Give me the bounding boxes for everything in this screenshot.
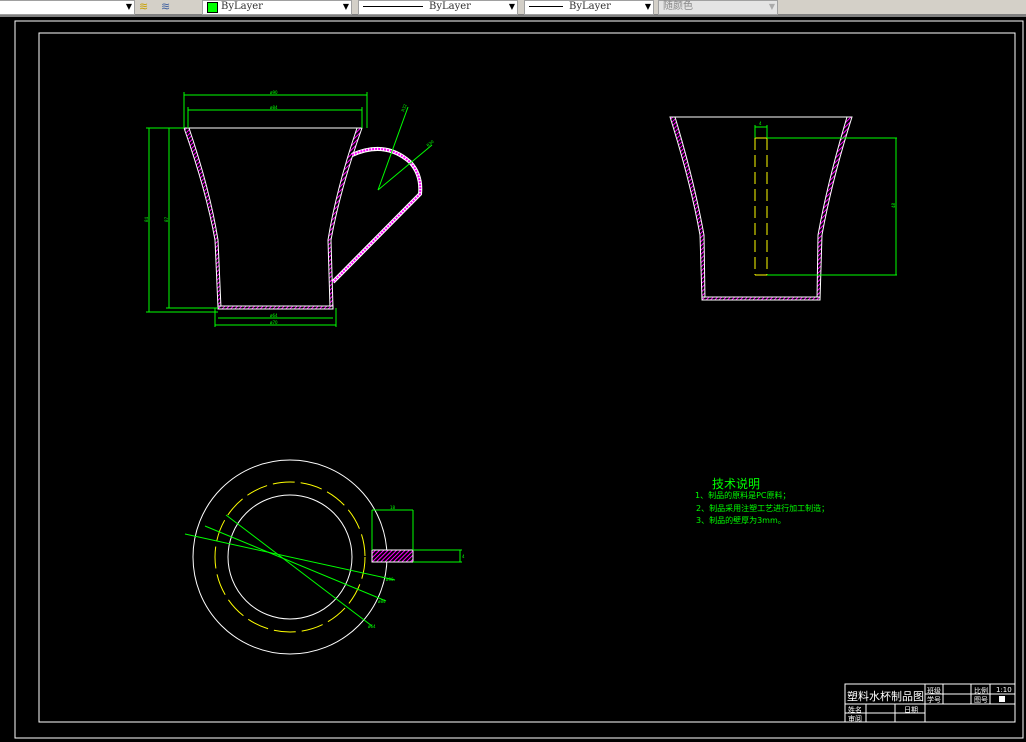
dim-bottom-outer: ø70	[270, 320, 278, 325]
dim-top-outer: ø90	[270, 90, 278, 95]
color-swatch	[207, 2, 218, 13]
layer-match-icon[interactable]: ≋	[139, 0, 148, 13]
drawing-no-label: 图号	[974, 696, 988, 704]
layer-previous-icon[interactable]: ≋	[161, 0, 170, 13]
inner-frame	[38, 32, 1016, 723]
drawing-canvas[interactable]: ø90 ø84 84 87 ø64 ø70 R32 R30 4 48 18 4 …	[0, 17, 1026, 742]
dim-radius-2: R30	[425, 139, 435, 148]
note-item: 2、制品采用注塑工艺进行加工制造；	[696, 504, 830, 513]
dim-top-inner: ø84	[270, 105, 278, 110]
review-label: 审阅	[848, 715, 862, 723]
linetype-combo[interactable]: ByLayer ▼	[358, 0, 518, 15]
chevron-down-icon: ▼	[768, 2, 775, 11]
lineweight-value: ByLayer	[569, 1, 611, 12]
color-combo[interactable]: ByLayer ▼	[202, 0, 352, 15]
note-item: 1、制品的原料是PC原料；	[695, 491, 791, 500]
date-label: 日期	[904, 706, 918, 714]
dim-handle-thick: 4	[462, 554, 465, 559]
dim-side-height: 48	[891, 202, 896, 208]
plotstyle-value: 随颜色	[663, 1, 693, 12]
chevron-down-icon: ▼	[644, 2, 651, 11]
front-view: ø90 ø84 84 87 ø64 ø70 R32 R30	[144, 90, 435, 327]
dim-side-width: 4	[759, 121, 762, 126]
drawing-title: 塑料水杯制品图	[847, 690, 924, 703]
dim-height-outer: 84	[144, 216, 149, 222]
linetype-value: ByLayer	[429, 1, 471, 12]
outer-frame	[14, 20, 1024, 739]
student-no-label: 学号	[927, 696, 941, 704]
layer-combo[interactable]: ▼	[0, 0, 135, 15]
dim-d1: ø90	[386, 577, 394, 582]
top-view: 18 4 ø90 ø84 ø64	[184, 459, 465, 655]
lineweight-combo[interactable]: ByLayer ▼	[524, 0, 654, 15]
chevron-down-icon: ▼	[125, 2, 132, 11]
note-item: 3、制品的壁厚为3mm。	[696, 516, 786, 525]
drawing-no-value	[999, 696, 1005, 702]
dim-d2: ø84	[378, 599, 386, 604]
color-value: ByLayer	[221, 1, 263, 12]
scale-value: 1:10	[996, 686, 1012, 694]
dim-d3: ø64	[368, 624, 376, 629]
chevron-down-icon: ▼	[342, 2, 349, 11]
dim-height-inner: 87	[164, 216, 169, 222]
side-view: 4 48	[669, 116, 897, 301]
chevron-down-icon: ▼	[508, 2, 515, 11]
properties-toolbar: ▼ ≋ ≋ ByLayer ▼ ByLayer ▼ ByLayer ▼ 随颜色 ▼	[0, 0, 1026, 17]
dim-handle-width: 18	[390, 505, 396, 510]
plotstyle-combo[interactable]: 随颜色 ▼	[658, 0, 778, 15]
dim-bottom-inner: ø64	[270, 313, 278, 318]
